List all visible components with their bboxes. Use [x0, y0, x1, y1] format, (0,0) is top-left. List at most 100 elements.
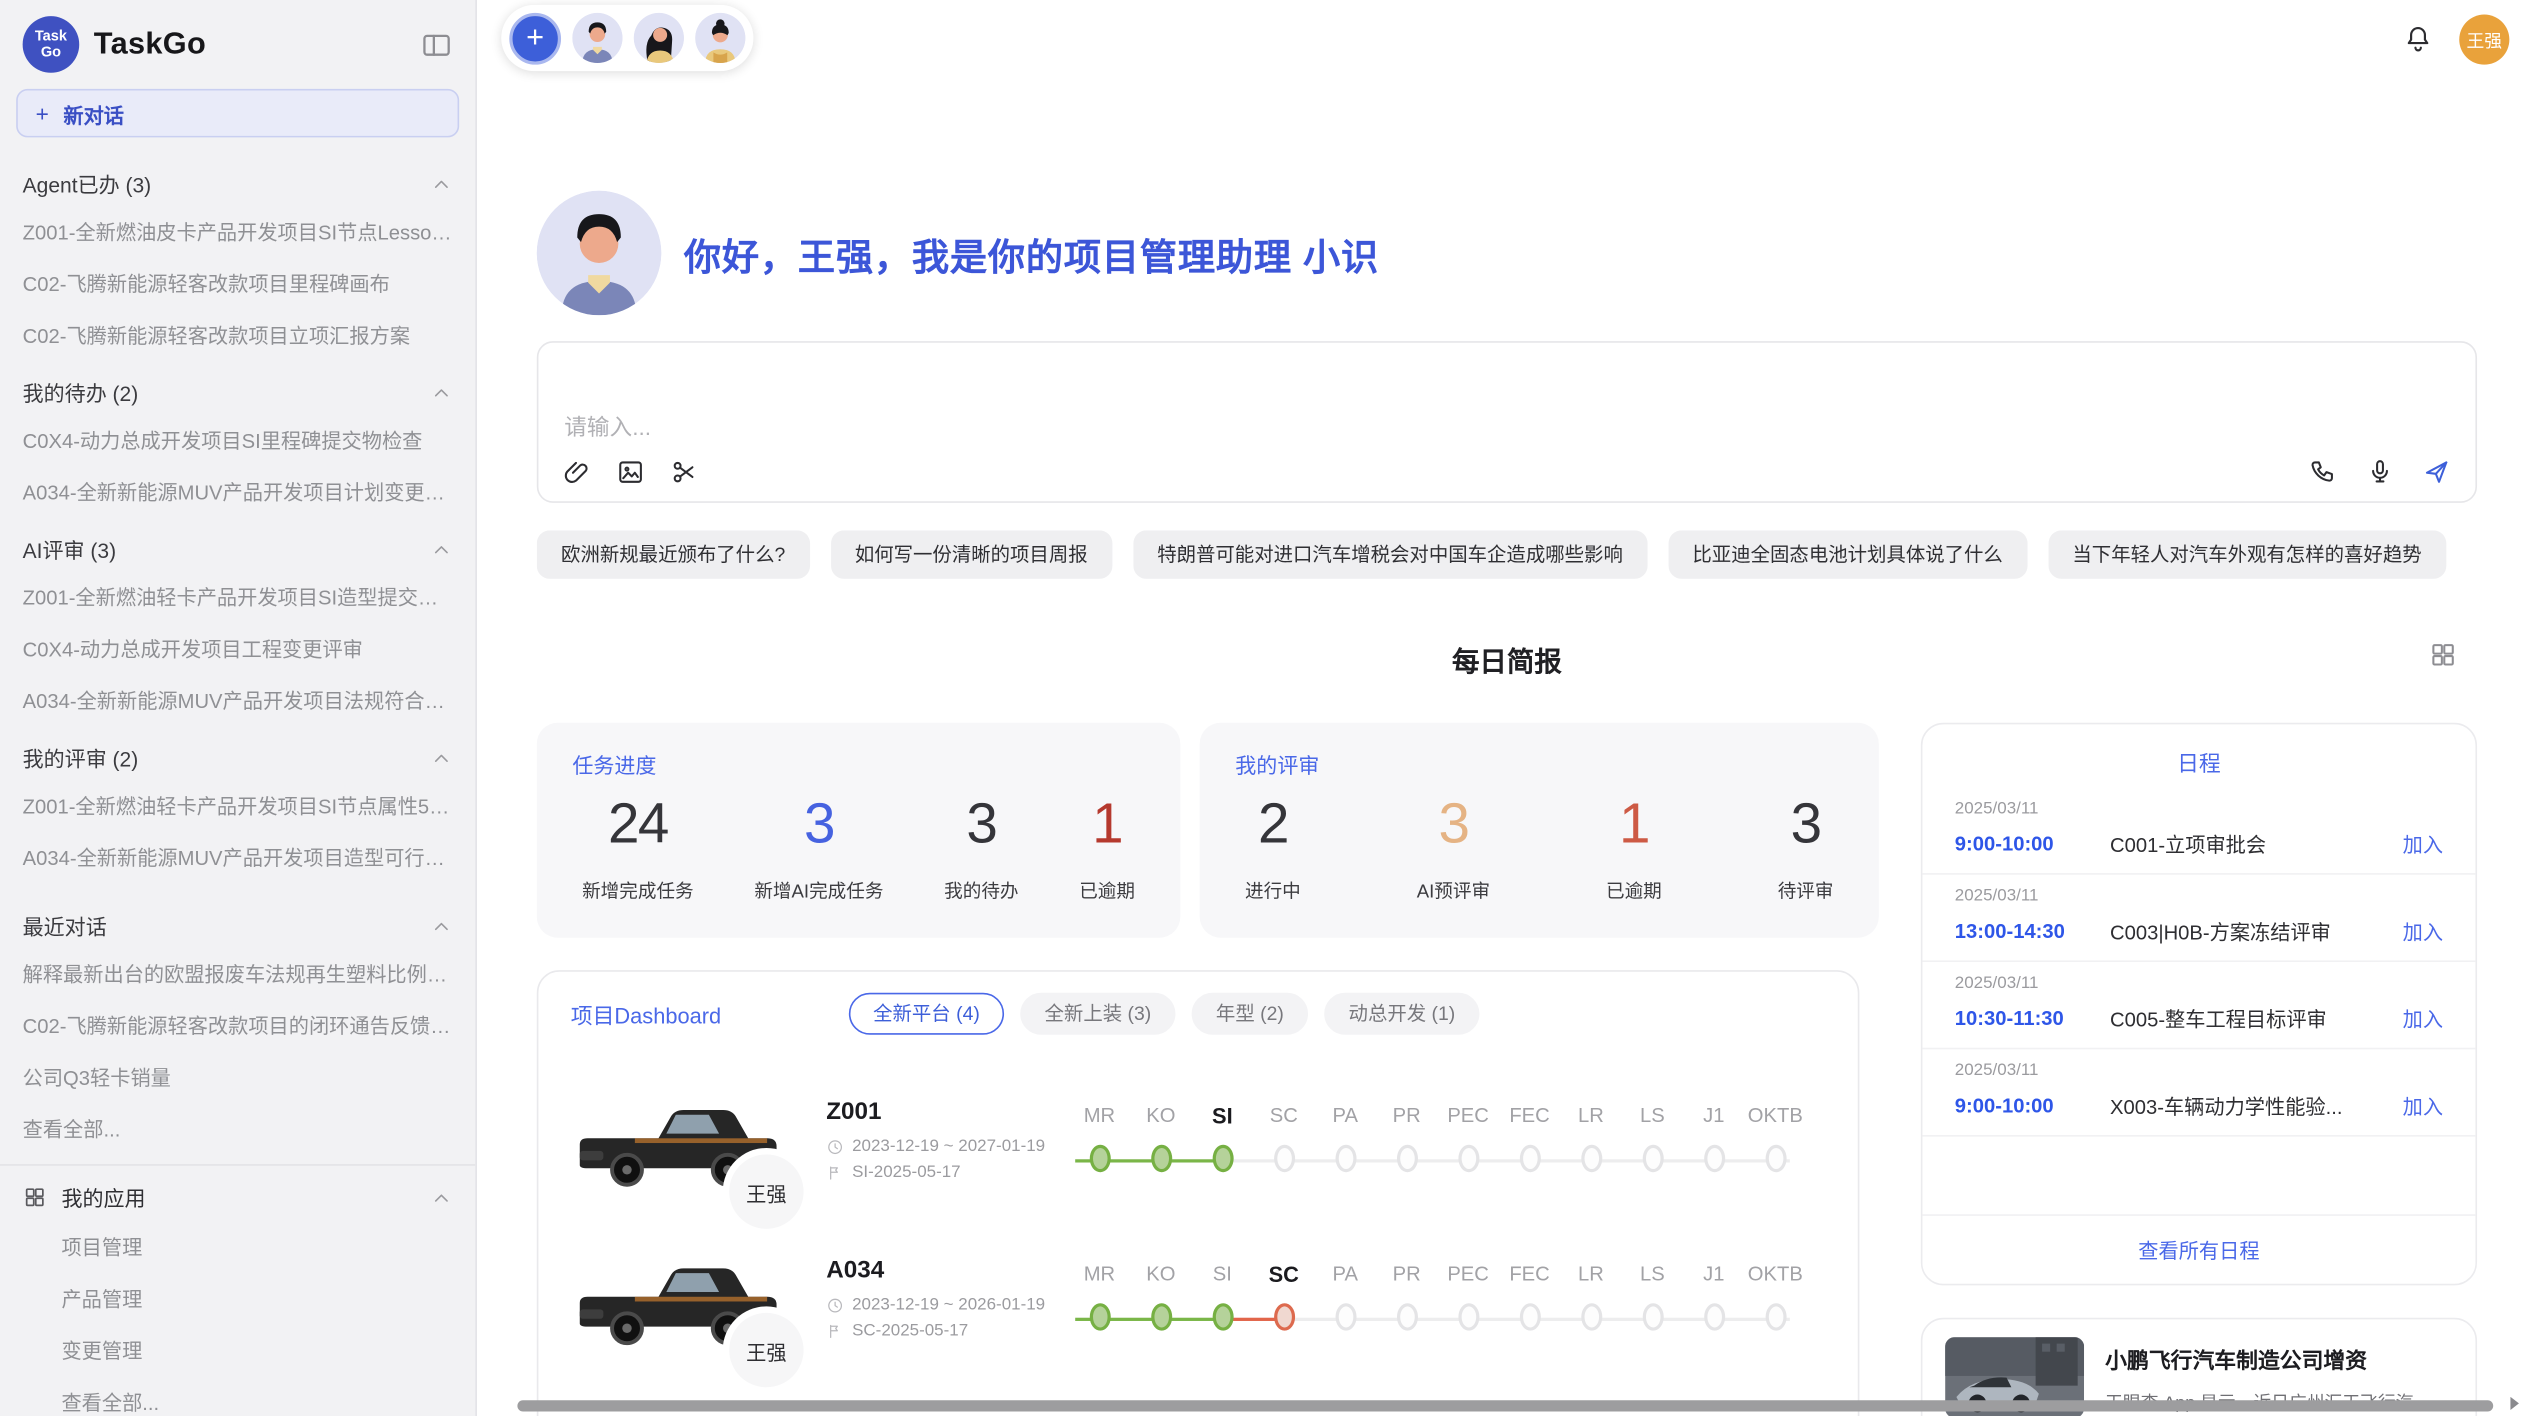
sidebar-section-header[interactable]: 我的评审 (2) — [0, 732, 475, 777]
dashboard-tab[interactable]: 全新上装 (3) — [1020, 993, 1175, 1035]
send-icon[interactable] — [2422, 458, 2451, 487]
suggestion-chip[interactable]: 如何写一份清晰的项目周报 — [831, 530, 1112, 579]
user-avatar[interactable]: 王强 — [2459, 15, 2509, 65]
briefing-layout-icon[interactable] — [2429, 640, 2458, 669]
milestone-label: MR — [1069, 1262, 1130, 1286]
app-item[interactable]: 产品管理 — [0, 1271, 475, 1323]
sidebar-section-header[interactable]: Agent已办 (3) — [0, 158, 475, 203]
sidebar-item[interactable]: Z001-全新燃油皮卡产品开发项目SI节点Lesson Learn报告 — [0, 204, 475, 256]
sidebar-section-header[interactable]: 我的待办 (2) — [0, 367, 475, 412]
image-icon[interactable] — [616, 458, 645, 487]
milestone-label: J1 — [1683, 1104, 1744, 1128]
milestone-label: LS — [1622, 1104, 1683, 1128]
milestone-label: PA — [1315, 1262, 1376, 1286]
milestone-dot — [1150, 1302, 1171, 1329]
stat-caption: 新增AI完成任务 — [754, 878, 883, 904]
section-label: AI评审 (3) — [23, 534, 116, 565]
suggestion-chip[interactable]: 欧洲新规最近颁布了什么? — [537, 530, 810, 579]
milestone-label: MR — [1069, 1104, 1130, 1128]
milestone-dot — [1765, 1144, 1786, 1171]
milestone-dot-cell — [1499, 1144, 1560, 1171]
schedule-card: 日程 2025/03/119:00-10:00C001-立项审批会加入2025/… — [1921, 723, 2477, 1286]
my-apps-header[interactable]: 我的应用 — [0, 1169, 475, 1219]
stat-column: 1已逾期 — [1079, 795, 1135, 903]
join-meeting-link[interactable]: 加入 — [2403, 1002, 2443, 1033]
dashboard-tab[interactable]: 动总开发 (1) — [1324, 993, 1479, 1035]
suggestion-chip[interactable]: 比亚迪全固态电池计划具体说了什么 — [1668, 530, 2027, 579]
view-all-chats-link[interactable]: 查看全部... — [0, 1101, 475, 1153]
project-flag: SC-2025-05-17 — [826, 1321, 1065, 1340]
stat-caption: 已逾期 — [1079, 878, 1135, 904]
schedule-date: 2025/03/11 — [1955, 973, 2443, 992]
chevron-up-icon — [430, 746, 453, 769]
stat-column: 24新增完成任务 — [582, 795, 694, 903]
milestone-dot — [1396, 1144, 1417, 1171]
schedule-date: 2025/03/11 — [1955, 799, 2443, 818]
sidebar-collapse-icon[interactable] — [420, 28, 452, 60]
stat-card-label: 我的评审 — [1235, 749, 1843, 780]
composer-left-tools — [563, 458, 699, 487]
teammate-avatar[interactable] — [634, 13, 684, 63]
sidebar-scroll: Agent已办 (3)Z001-全新燃油皮卡产品开发项目SI节点Lesson L… — [0, 150, 475, 1416]
milestone-label: FEC — [1499, 1262, 1560, 1286]
sidebar-item[interactable]: A034-全新新能源MUV产品开发项目计划变更表编写 — [0, 464, 475, 516]
milestone-dot — [1765, 1302, 1786, 1329]
sidebar-item[interactable]: C02-飞腾新能源轻客改款项目立项汇报方案 — [0, 307, 475, 359]
sidebar-item[interactable]: Z001-全新燃油轻卡产品开发项目SI造型提交物评审 — [0, 569, 475, 621]
join-meeting-link[interactable]: 加入 — [2403, 828, 2443, 859]
schedule-row: 9:00-10:00C001-立项审批会加入 — [1955, 828, 2443, 859]
attachment-icon[interactable] — [563, 458, 592, 487]
stat-value: 3 — [804, 795, 834, 852]
sidebar-item[interactable]: C0X4-动力总成开发项目工程变更评审 — [0, 621, 475, 673]
milestone-dot — [1273, 1302, 1294, 1329]
sidebar-item[interactable]: C0X4-动力总成开发项目SI里程碑提交物检查 — [0, 412, 475, 464]
new-chat-button[interactable]: + 新对话 — [16, 89, 459, 138]
dashboard-tab[interactable]: 全新平台 (4) — [849, 993, 1004, 1035]
project-owner-badge: 王强 — [729, 1313, 803, 1387]
chevron-up-icon — [430, 1186, 453, 1209]
dashboard-tab[interactable]: 年型 (2) — [1192, 993, 1308, 1035]
recent-chat-item[interactable]: 解释最新出台的欧盟报废车法规再生塑料比例被调至15%... — [0, 946, 475, 998]
milestone-dot-cell — [1069, 1302, 1130, 1329]
milestone-label: PEC — [1437, 1262, 1498, 1286]
milestone-label: LR — [1560, 1104, 1621, 1128]
recent-chat-item[interactable]: 公司Q3轻卡销量 — [0, 1049, 475, 1101]
milestone-dot — [1703, 1302, 1724, 1329]
schedule-title-text: C001-立项审批会 — [2110, 828, 2403, 859]
app-item[interactable]: 变更管理 — [0, 1323, 475, 1375]
chat-composer[interactable]: 请输入... — [537, 341, 2477, 503]
teammate-avatar[interactable] — [572, 13, 622, 63]
mic-icon[interactable] — [2365, 458, 2394, 487]
apps-grid-icon — [23, 1185, 47, 1209]
chevron-up-icon — [430, 538, 453, 561]
suggestion-chip[interactable]: 特朗普可能对进口汽车增税会对中国车企造成哪些影响 — [1133, 530, 1647, 579]
milestone-dot — [1396, 1302, 1417, 1329]
sidebar-item[interactable]: A034-全新新能源MUV产品开发项目法规符合性评审 — [0, 673, 475, 725]
notification-bell-icon[interactable] — [2403, 24, 2434, 55]
sidebar-item[interactable]: A034-全新新能源MUV产品开发项目造型可行性评审 — [0, 829, 475, 881]
milestone-dot — [1703, 1144, 1724, 1171]
view-all-apps-link[interactable]: 查看全部... — [0, 1374, 475, 1416]
sidebar-item[interactable]: C02-飞腾新能源轻客改款项目里程碑画布 — [0, 255, 475, 307]
teammate-avatar[interactable] — [695, 13, 745, 63]
app-window: Task Go TaskGo + 新对话 Agent已办 (3)Z001-全新燃… — [0, 0, 2532, 1416]
sidebar-section-header[interactable]: AI评审 (3) — [0, 524, 475, 569]
project-dates: 2023-12-19 ~ 2026-01-19 — [826, 1295, 1065, 1314]
news-title: 小鹏飞行汽车制造公司增资 — [2105, 1342, 2428, 1374]
recent-chat-item[interactable]: C02-飞腾新能源轻客改款项目的闭环通告反馈情况 — [0, 998, 475, 1050]
view-all-schedule-link[interactable]: 查看所有日程 — [1922, 1214, 2475, 1284]
add-conversation-button[interactable]: + — [509, 12, 561, 64]
sidebar-item[interactable]: Z001-全新燃油轻卡产品开发项目SI节点属性5D文件评审 — [0, 778, 475, 830]
schedule-time: 9:00-10:00 — [1955, 1094, 2110, 1117]
scroll-right-arrow-icon[interactable] — [2503, 1392, 2526, 1415]
join-meeting-link[interactable]: 加入 — [2403, 915, 2443, 946]
phone-icon[interactable] — [2309, 458, 2338, 487]
milestone-dot-cell — [1499, 1302, 1560, 1329]
recent-chats-header[interactable]: 最近对话 — [0, 901, 475, 946]
suggestion-chip[interactable]: 当下年轻人对汽车外观有怎样的喜好趋势 — [2048, 530, 2446, 579]
join-meeting-link[interactable]: 加入 — [2403, 1090, 2443, 1121]
scissors-icon[interactable] — [669, 458, 698, 487]
horizontal-scrollbar[interactable] — [517, 1400, 2493, 1411]
milestone-dot-cell — [1622, 1144, 1683, 1171]
app-item[interactable]: 项目管理 — [0, 1219, 475, 1271]
